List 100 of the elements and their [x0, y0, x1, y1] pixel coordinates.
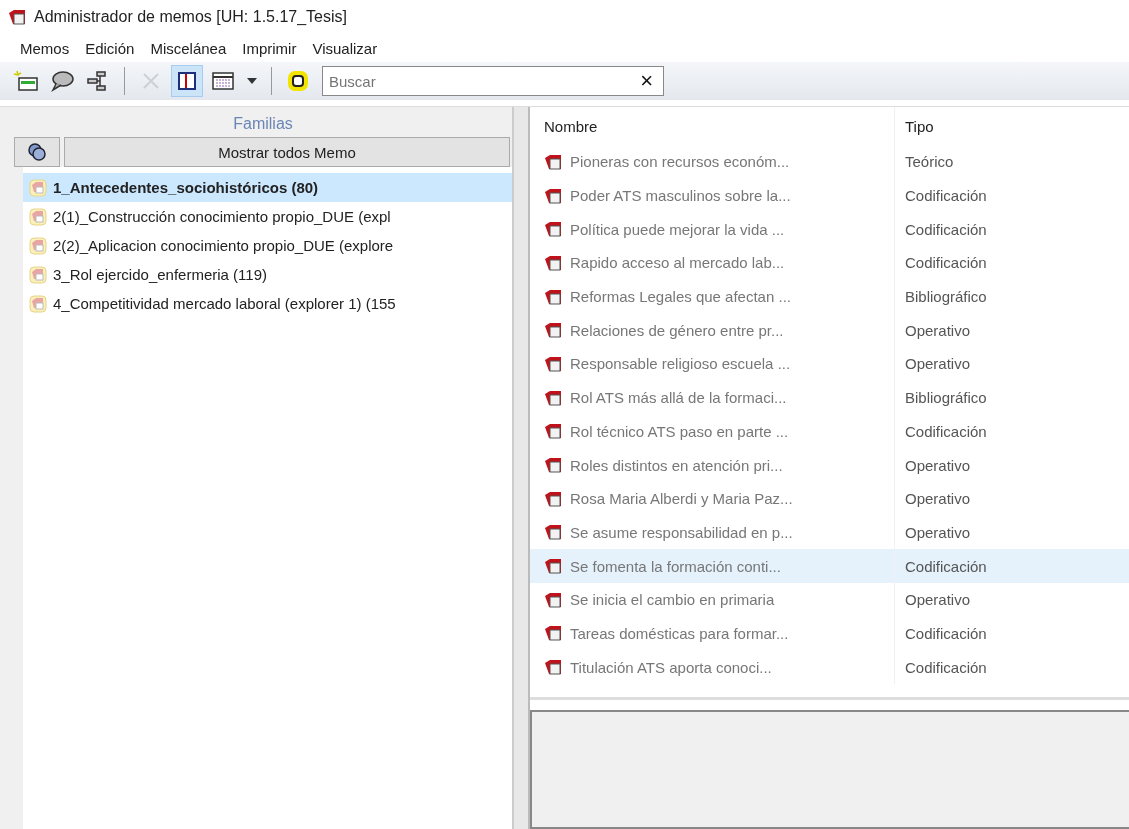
menu-item[interactable]: Memos — [20, 39, 70, 57]
table-cell-text: Operativo — [904, 455, 972, 476]
memo-book-icon — [544, 423, 562, 440]
memo-row[interactable]: Rol ATS más allá de la formaci... Bibliográfico — [530, 380, 1129, 415]
split-panel-icon — [176, 70, 198, 92]
memo-book-icon — [544, 288, 562, 305]
table-cell-text: Operativo — [904, 489, 972, 510]
memo-name: Titulación ATS aporta conoci... — [570, 658, 772, 676]
table-cell-text: Codificación — [904, 253, 988, 274]
family-icon — [29, 178, 47, 197]
memo-book-icon — [544, 625, 562, 642]
memo-book-icon — [544, 254, 562, 271]
grid-icon — [211, 70, 235, 92]
window-title: Administrador de memos [UH: 1.5.17_Tesis] — [34, 8, 347, 26]
memo-book-icon — [544, 457, 562, 474]
filter-icon — [286, 69, 310, 93]
speech-bubble-icon — [50, 70, 74, 92]
memo-row[interactable]: Relaciones de género entre pr... Operativo — [530, 313, 1129, 348]
memo-name: Rol ATS más allá de la formaci... — [570, 389, 787, 407]
family-item[interactable]: 4_Competitividad mercado laboral (explorer 1) (155 — [23, 289, 512, 318]
column-header[interactable]: Nombre — [530, 107, 895, 145]
memo-row[interactable]: Tareas domésticas para formar... Codificación — [530, 616, 1129, 651]
caret-icon — [247, 78, 257, 84]
memo-name: Relaciones de género entre pr... — [570, 321, 784, 339]
menu-item[interactable]: Visualizar — [312, 39, 378, 57]
memo-name: Poder ATS masculinos sobre la... — [570, 187, 791, 205]
family-label: 4_Competitividad mercado laboral (explorer 1) (155 — [53, 295, 396, 312]
memo-name: Se inicia el cambio en primaria — [570, 591, 775, 609]
memo-name: Reformas Legales que afectan ... — [570, 288, 791, 306]
table-cell-text: Codificación — [904, 421, 988, 442]
circles-icon — [27, 142, 47, 162]
memo-row[interactable]: Responsable religioso escuela ... Operativo — [530, 347, 1129, 381]
memo-name: Rapido acceso al mercado lab... — [570, 254, 785, 272]
table-cell-text: Operativo — [904, 320, 972, 341]
memo-name: Responsable religioso escuela ... — [570, 355, 791, 373]
search-field[interactable]: Buscar × — [322, 66, 664, 96]
menu-item[interactable]: Miscelánea — [150, 39, 227, 57]
memo-name: Pioneras con recursos económ... — [570, 153, 790, 171]
memo-book-icon — [544, 221, 562, 238]
family-label: 3_Rol ejercido_enfermeria (119) — [53, 266, 267, 283]
memo-name: Rosa Maria Alberdi y Maria Paz... — [570, 490, 793, 508]
menu-item[interactable]: Imprimir — [242, 39, 297, 57]
memo-book-icon — [544, 153, 562, 170]
family-label: 2(2)_Aplicacion conocimiento propio_DUE (explore — [53, 237, 394, 254]
clear-button[interactable]: × — [630, 68, 663, 94]
memo-name: Se asume responsabilidad en p... — [570, 523, 793, 541]
table-cell-text: Teórico — [904, 152, 955, 173]
family-icon — [29, 265, 47, 284]
table-cell-text: Codificación — [904, 657, 988, 678]
memo-book-icon — [544, 322, 562, 339]
table-cell-text: Bibliográfico — [904, 287, 988, 308]
family-icon — [29, 294, 47, 313]
memo-row[interactable]: Roles distintos en atención pri... Operativo — [530, 448, 1129, 482]
table-cell-text: Operativo — [904, 522, 972, 543]
panel-button[interactable] — [171, 65, 203, 97]
memo-name: Política puede mejorar la vida ... — [570, 220, 785, 238]
family-label: 1_Antecedentes_sociohistóricos (80) — [53, 179, 319, 196]
family-label: 2(1)_Construcción conocimiento propio_DUE (expl — [53, 208, 391, 225]
memo-book-icon — [544, 490, 562, 507]
memo-row[interactable]: Rapido acceso al mercado lab... Codificación — [530, 246, 1129, 280]
memo-name: Se fomenta la formación conti... — [570, 557, 781, 575]
memo-row[interactable]: Rol técnico ATS paso en parte ... Codificación — [530, 414, 1129, 449]
table-cell-text: Codificación — [904, 186, 988, 207]
memo-book-icon — [544, 659, 562, 676]
family-item[interactable]: 1_Antecedentes_sociohistóricos (80) — [23, 173, 512, 202]
family-item[interactable]: 3_Rol ejercido_enfermeria (119) — [23, 260, 512, 289]
table-cell-text: Bibliográfico — [904, 388, 988, 409]
memo-row[interactable]: Titulación ATS aporta conoci... Codificación — [530, 650, 1129, 684]
memo-row[interactable]: Se fomenta la formación conti... Codificación — [530, 549, 1129, 583]
memo-name: Roles distintos en atención pri... — [570, 456, 783, 474]
column-header[interactable]: Tipo — [895, 107, 1129, 145]
memo-row[interactable]: Se inicia el cambio en primaria Operativo — [530, 582, 1129, 617]
memo-book-icon — [544, 389, 562, 406]
memo-book-icon — [8, 9, 26, 25]
panel-title: Familias — [232, 114, 294, 134]
table-cell-text: Codificación — [904, 623, 988, 644]
memo-book-icon — [544, 187, 562, 204]
memo-row[interactable]: Pioneras con recursos económ... Teórico — [530, 145, 1129, 179]
memo-name: Tareas domésticas para formar... — [570, 624, 789, 642]
family-icon — [29, 207, 47, 226]
memo-book-icon — [544, 558, 562, 575]
table-cell-text: Operativo — [904, 590, 972, 611]
family-icon — [29, 236, 47, 255]
memo-book-icon — [544, 591, 562, 608]
memo-name: Rol técnico ATS paso en parte ... — [570, 422, 789, 440]
family-item[interactable]: 2(2)_Aplicacion conocimiento propio_DUE (explore — [23, 231, 512, 260]
table-cell-text: Codificación — [904, 219, 988, 240]
memo-book-icon — [544, 524, 562, 541]
memo-row[interactable]: Poder ATS masculinos sobre la... Codificación — [530, 178, 1129, 213]
new-card-icon — [13, 70, 39, 92]
memo-row[interactable]: Política puede mejorar la vida ... Codificación — [530, 212, 1129, 247]
show-all-button[interactable]: Mostrar todos Memo — [64, 137, 510, 167]
family-item[interactable]: 2(1)_Construcción conocimiento propio_DUE (expl — [23, 202, 512, 231]
families-button[interactable] — [14, 137, 60, 167]
menu-item[interactable]: Edición — [85, 39, 135, 57]
memo-row[interactable]: Reformas Legales que afectan ... Bibliográfico — [530, 279, 1129, 314]
memo-book-icon — [544, 355, 562, 372]
memo-row[interactable]: Rosa Maria Alberdi y Maria Paz... Operativo — [530, 481, 1129, 516]
table-cell-text: Operativo — [904, 354, 972, 375]
table-cell-text: Codificación — [904, 556, 988, 577]
